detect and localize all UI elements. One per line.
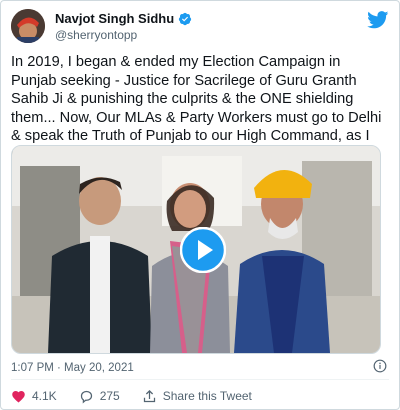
tweet-header: Navjot Singh Sidhu @sherryontopp [11,9,389,45]
info-icon[interactable] [373,359,387,373]
reply-button[interactable]: 275 [79,389,120,404]
share-icon [143,389,155,402]
like-button[interactable]: 4.1K [11,389,57,404]
like-count: 4.1K [32,389,57,403]
avatar[interactable] [11,9,45,43]
heart-icon [12,390,25,402]
twitter-bird-icon[interactable] [367,11,389,29]
tweet-actions: 4.1K 275 Share this Tweet [11,387,274,405]
tweet-timestamp[interactable]: 1:07 PM · May 20, 2021 [11,362,134,374]
tweet-card: Navjot Singh Sidhu @sherryontopp In 2019… [0,0,400,410]
tweet-video[interactable] [11,145,381,354]
share-label: Share this Tweet [162,389,252,403]
share-button[interactable]: Share this Tweet [142,389,252,404]
verified-badge-icon [179,12,192,25]
author-names: Navjot Singh Sidhu @sherryontopp [55,11,192,42]
play-icon[interactable] [180,227,226,273]
divider [11,379,389,380]
reply-count: 275 [99,389,120,403]
reply-icon [80,390,92,403]
display-name[interactable]: Navjot Singh Sidhu [55,11,174,26]
author-handle[interactable]: @sherryontopp [55,28,192,42]
